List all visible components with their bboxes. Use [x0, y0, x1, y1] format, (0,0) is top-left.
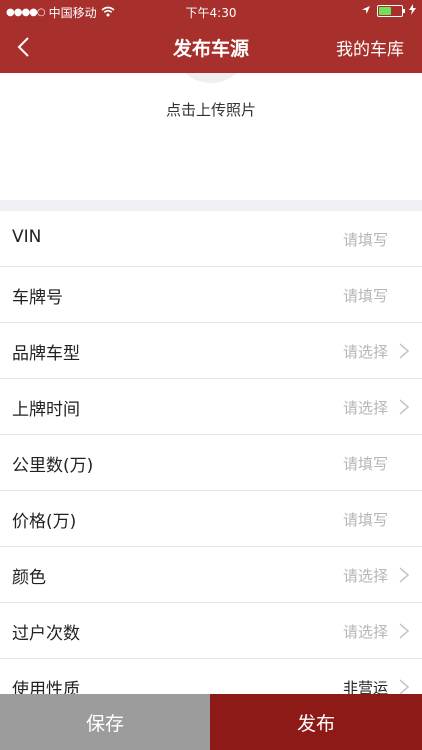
save-button[interactable]: 保存 [0, 694, 210, 750]
form-row-vin[interactable]: VIN 请填写 [0, 211, 422, 267]
footer-actions: 保存 发布 [0, 694, 422, 750]
photo-upload-area[interactable]: 点击上传照片 [0, 73, 422, 200]
upload-placeholder-circle [173, 73, 249, 83]
upload-label: 点击上传照片 [165, 101, 256, 119]
row-value: 请填写 [342, 231, 388, 249]
row-value: 请填写 [342, 287, 388, 305]
charging-icon [409, 4, 416, 18]
row-label: 价格(万) [12, 512, 77, 532]
row-value: 请选择 [342, 343, 388, 361]
battery-icon [377, 5, 405, 17]
row-value: 请选择 [342, 623, 388, 641]
row-value: 请填写 [342, 455, 388, 473]
row-label: VIN [12, 227, 42, 247]
form-row-mileage[interactable]: 公里数(万) 请填写 [0, 435, 422, 491]
row-value: 请选择 [342, 567, 388, 585]
form-row-price[interactable]: 价格(万) 请填写 [0, 491, 422, 547]
form-row-plate-number[interactable]: 车牌号 请填写 [0, 267, 422, 323]
row-label: 过户次数 [12, 624, 80, 644]
chevron-right-icon [399, 679, 410, 694]
chevron-right-icon [399, 399, 410, 415]
navbar: 发布车源 我的车库 [0, 22, 422, 73]
chevron-right-icon [399, 567, 410, 583]
status-time: 下午4:30 [185, 6, 237, 20]
form-row-transfer-count[interactable]: 过户次数 请选择 [0, 603, 422, 659]
row-value: 非营运 [342, 679, 388, 694]
form-row-color[interactable]: 颜色 请选择 [0, 547, 422, 603]
my-garage-button[interactable]: 我的车库 [336, 35, 404, 60]
row-label: 公里数(万) [12, 456, 94, 476]
form-row-usage-type[interactable]: 使用性质 非营运 [0, 659, 422, 694]
row-label: 车牌号 [12, 288, 63, 308]
status-right [361, 4, 416, 18]
publish-button[interactable]: 发布 [210, 694, 422, 750]
form-row-registration-date[interactable]: 上牌时间 请选择 [0, 379, 422, 435]
form-row-brand-model[interactable]: 品牌车型 请选择 [0, 323, 422, 379]
section-divider [0, 200, 422, 211]
status-bar: ●●●●○ 中国移动 下午4:30 [0, 0, 422, 22]
row-value: 请填写 [342, 511, 388, 529]
chevron-right-icon [399, 623, 410, 639]
vehicle-form: VIN 请填写 车牌号 请填写 品牌车型 请选择 上牌时间 请选择 公里数(万)… [0, 211, 422, 694]
chevron-right-icon [399, 343, 410, 359]
row-value: 请选择 [342, 399, 388, 417]
header: ●●●●○ 中国移动 下午4:30 发布车源 我的车库 [0, 0, 422, 73]
row-label: 使用性质 [12, 680, 80, 694]
row-label: 上牌时间 [12, 400, 80, 420]
row-label: 颜色 [12, 568, 46, 588]
location-arrow-icon [361, 4, 371, 18]
row-label: 品牌车型 [12, 344, 80, 364]
